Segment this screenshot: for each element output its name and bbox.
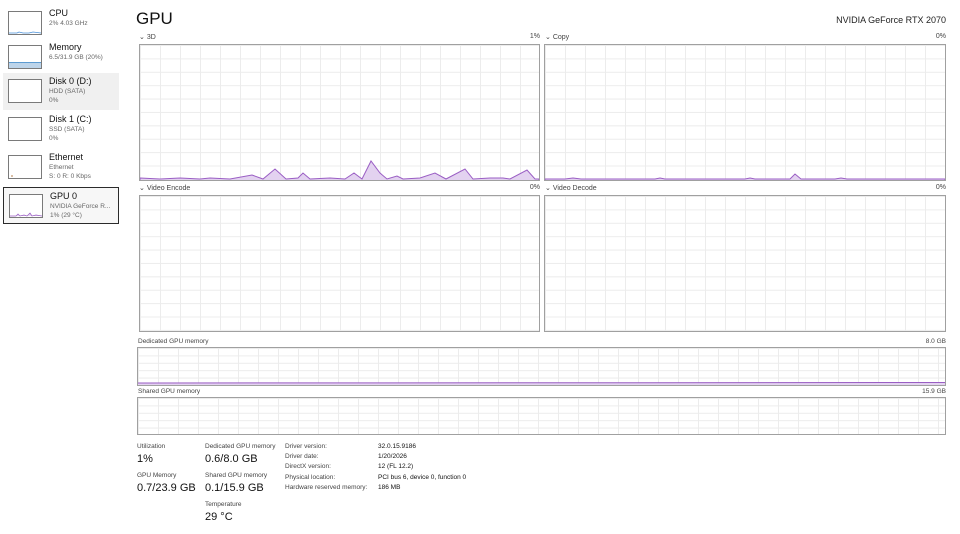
gpu-memory-value: 0.7/23.9 GB (137, 482, 196, 494)
info-key-driver-date: Driver date: (285, 453, 319, 460)
engine-selector-video-encode[interactable]: ⌄ Video Encode (139, 184, 190, 192)
chevron-down-icon: ⌄ (545, 185, 551, 192)
shared-memory-stat-value: 0.1/15.9 GB (205, 482, 264, 494)
info-key-directx-version: DirectX version: (285, 463, 331, 470)
info-key-reserved-memory: Hardware reserved memory: (285, 484, 368, 491)
engine-selector-3d[interactable]: ⌄ 3D (139, 33, 156, 41)
engine-label: Copy (552, 34, 570, 41)
info-value-reserved-memory: 186 MB (378, 484, 401, 491)
shared-memory-max: 15.9 GB (922, 388, 946, 395)
info-value-directx-version: 12 (FL 12.2) (378, 463, 414, 470)
graph-video-encode (139, 195, 540, 332)
temperature-value: 29 °C (205, 511, 233, 523)
info-key-driver-version: Driver version: (285, 443, 327, 450)
info-value-driver-date: 1/20/2026 (378, 453, 407, 460)
engine-selector-video-decode[interactable]: ⌄ Video Decode (545, 184, 597, 192)
graph-copy (544, 44, 946, 181)
chevron-down-icon: ⌄ (139, 34, 145, 41)
graph-shared-memory (137, 397, 946, 435)
graph-video-decode (544, 195, 946, 332)
engine-percent: 0% (935, 33, 946, 40)
engine-percent: 1% (529, 33, 540, 40)
info-value-driver-version: 32.0.15.9186 (378, 443, 416, 450)
dedicated-memory-label: Dedicated GPU memory (138, 338, 209, 345)
engine-percent: 0% (935, 184, 946, 191)
engine-label: Video Encode (146, 185, 191, 192)
gpu-performance-panel: GPU NVIDIA GeForce RTX 2070 ⌄ 3D 1% ⌄ Co… (0, 0, 960, 534)
dedicated-memory-max: 8.0 GB (925, 338, 946, 345)
chevron-down-icon: ⌄ (545, 34, 551, 41)
graph-3d-line (140, 160, 539, 180)
engine-percent: 0% (529, 184, 540, 191)
temperature-label: Temperature (205, 501, 242, 508)
graph-dedicated-memory (137, 347, 946, 386)
shared-memory-label: Shared GPU memory (138, 388, 201, 395)
page-title: GPU (136, 9, 173, 28)
dedicated-memory-stat-value: 0.6/8.0 GB (205, 453, 258, 465)
chevron-down-icon: ⌄ (139, 185, 145, 192)
gpu-model-name: NVIDIA GeForce RTX 2070 (836, 15, 946, 25)
info-value-physical-location: PCI bus 6, device 0, function 0 (378, 474, 467, 481)
dedicated-memory-stat-label: Dedicated GPU memory (205, 443, 276, 450)
engine-selector-copy[interactable]: ⌄ Copy (545, 33, 569, 41)
info-key-physical-location: Physical location: (285, 474, 336, 481)
graph-dedicated-memory-line (137, 382, 946, 385)
engine-label: Video Decode (552, 185, 597, 192)
engine-label: 3D (146, 34, 156, 41)
utilization-label: Utilization (137, 443, 166, 450)
graph-copy-line (545, 173, 945, 180)
shared-memory-stat-label: Shared GPU memory (205, 472, 268, 479)
graph-3d (139, 44, 540, 181)
gpu-memory-label: GPU Memory (137, 472, 177, 479)
utilization-value: 1% (137, 453, 153, 465)
